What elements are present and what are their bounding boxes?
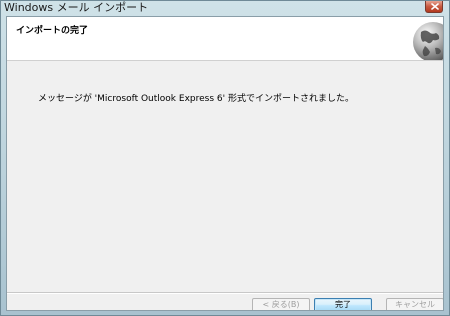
- button-area-divider: [7, 292, 443, 294]
- finish-button[interactable]: 完了: [314, 298, 372, 310]
- globe-icon: [413, 22, 443, 60]
- import-result-message: メッセージが 'Microsoft Outlook Express 6' 形式で…: [38, 94, 354, 104]
- window-title: Windows メール インポート: [4, 1, 149, 14]
- back-button[interactable]: < 戻る(B): [252, 298, 310, 310]
- import-wizard-window: Windows メール インポート インポートの完了 メッセージが 'Micro…: [0, 0, 450, 316]
- cancel-button[interactable]: キャンセル: [386, 298, 443, 310]
- page-title: インポートの完了: [16, 26, 89, 36]
- title-bar[interactable]: Windows メール インポート: [1, 1, 449, 16]
- wizard-header: インポートの完了: [7, 17, 443, 61]
- close-button[interactable]: [425, 1, 443, 13]
- close-icon: [431, 3, 439, 10]
- wizard-body: インポートの完了 メッセージが 'Microsoft Outlook Expre…: [6, 16, 444, 311]
